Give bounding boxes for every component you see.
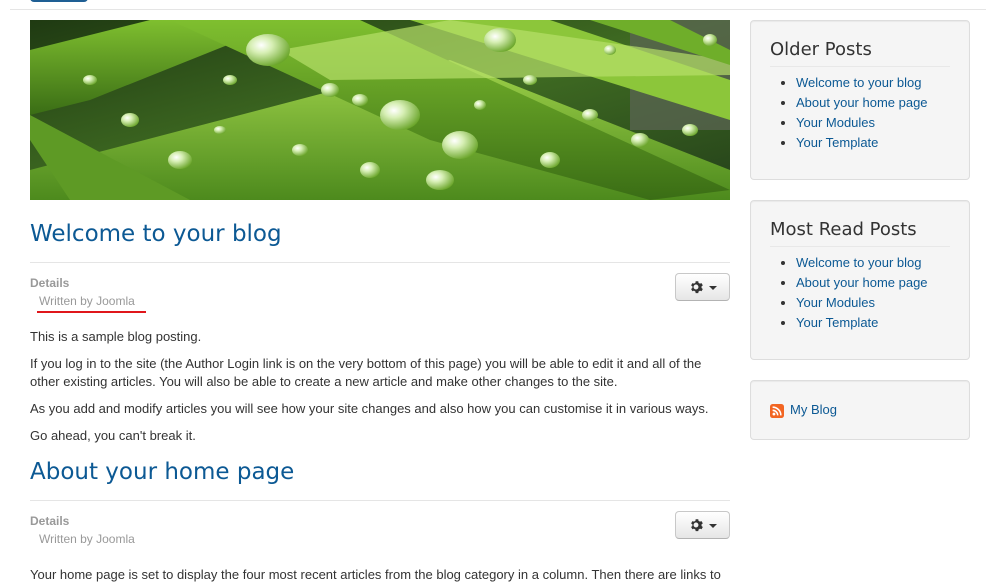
list-item: Your Modules — [796, 293, 969, 313]
list-item: Welcome to your blog — [796, 253, 969, 273]
article-body-home-page: Your home page is set to display the fou… — [30, 566, 730, 583]
feed-row: My Blog — [770, 400, 950, 418]
details-label: Details — [30, 514, 70, 528]
most-read-list: Welcome to your blog About your home pag… — [796, 253, 969, 353]
author-text: Written by Joomla — [39, 532, 135, 546]
feed-module: My Blog — [750, 380, 970, 440]
rss-icon — [770, 404, 784, 418]
gear-icon — [690, 519, 703, 532]
title-divider — [30, 500, 730, 501]
author-text: Written by Joomla — [39, 294, 135, 308]
list-item: Your Modules — [796, 113, 969, 133]
older-post-link[interactable]: Your Modules — [796, 115, 875, 130]
older-post-link[interactable]: About your home page — [796, 95, 928, 110]
red-annotation-underline — [37, 311, 146, 313]
feed-link[interactable]: My Blog — [790, 402, 837, 417]
main-content: Welcome to your blog Details Written by … — [30, 20, 730, 582]
module-title: Older Posts — [770, 21, 950, 67]
article-paragraph: If you log in to the site (the Author Lo… — [30, 356, 702, 389]
most-read-module: Most Read Posts Welcome to your blog Abo… — [750, 200, 970, 360]
title-divider — [30, 262, 730, 263]
older-posts-module: Older Posts Welcome to your blog About y… — [750, 20, 970, 180]
older-posts-list: Welcome to your blog About your home pag… — [796, 73, 969, 173]
caret-down-icon — [708, 523, 717, 528]
article-details: Details Written by Joomla — [30, 514, 135, 546]
older-post-link[interactable]: Welcome to your blog — [796, 75, 922, 90]
article-body-welcome: This is a sample blog posting. If you lo… — [30, 328, 730, 454]
list-item: About your home page — [796, 273, 969, 293]
module-title: Most Read Posts — [770, 201, 950, 247]
article-paragraph: Go ahead, you can't break it. — [30, 428, 196, 443]
list-item: Your Template — [796, 133, 969, 153]
hero-image — [30, 20, 730, 200]
article-paragraph: Your home page is set to display the fou… — [30, 567, 721, 582]
article-details: Details Written by Joomla — [30, 276, 146, 313]
article-paragraph: This is a sample blog posting. — [30, 329, 202, 344]
article-title-welcome[interactable]: Welcome to your blog — [30, 219, 282, 249]
article-tools-button[interactable] — [675, 273, 730, 301]
most-read-link[interactable]: Your Template — [796, 315, 878, 330]
list-item: Your Template — [796, 313, 969, 333]
most-read-link[interactable]: Welcome to your blog — [796, 255, 922, 270]
details-label: Details — [30, 276, 70, 290]
list-item: Welcome to your blog — [796, 73, 969, 93]
article-tools-button[interactable] — [675, 511, 730, 539]
list-item: About your home page — [796, 93, 969, 113]
article-title-home-page[interactable]: About your home page — [30, 457, 294, 487]
caret-down-icon — [708, 285, 717, 290]
most-read-link[interactable]: Your Modules — [796, 295, 875, 310]
older-post-link[interactable]: Your Template — [796, 135, 878, 150]
grass-dew-image — [30, 20, 730, 200]
article-paragraph: As you add and modify articles you will … — [30, 401, 709, 416]
most-read-link[interactable]: About your home page — [796, 275, 928, 290]
top-divider — [10, 9, 986, 10]
top-button-stub[interactable] — [30, 0, 88, 2]
gear-icon — [690, 281, 703, 294]
